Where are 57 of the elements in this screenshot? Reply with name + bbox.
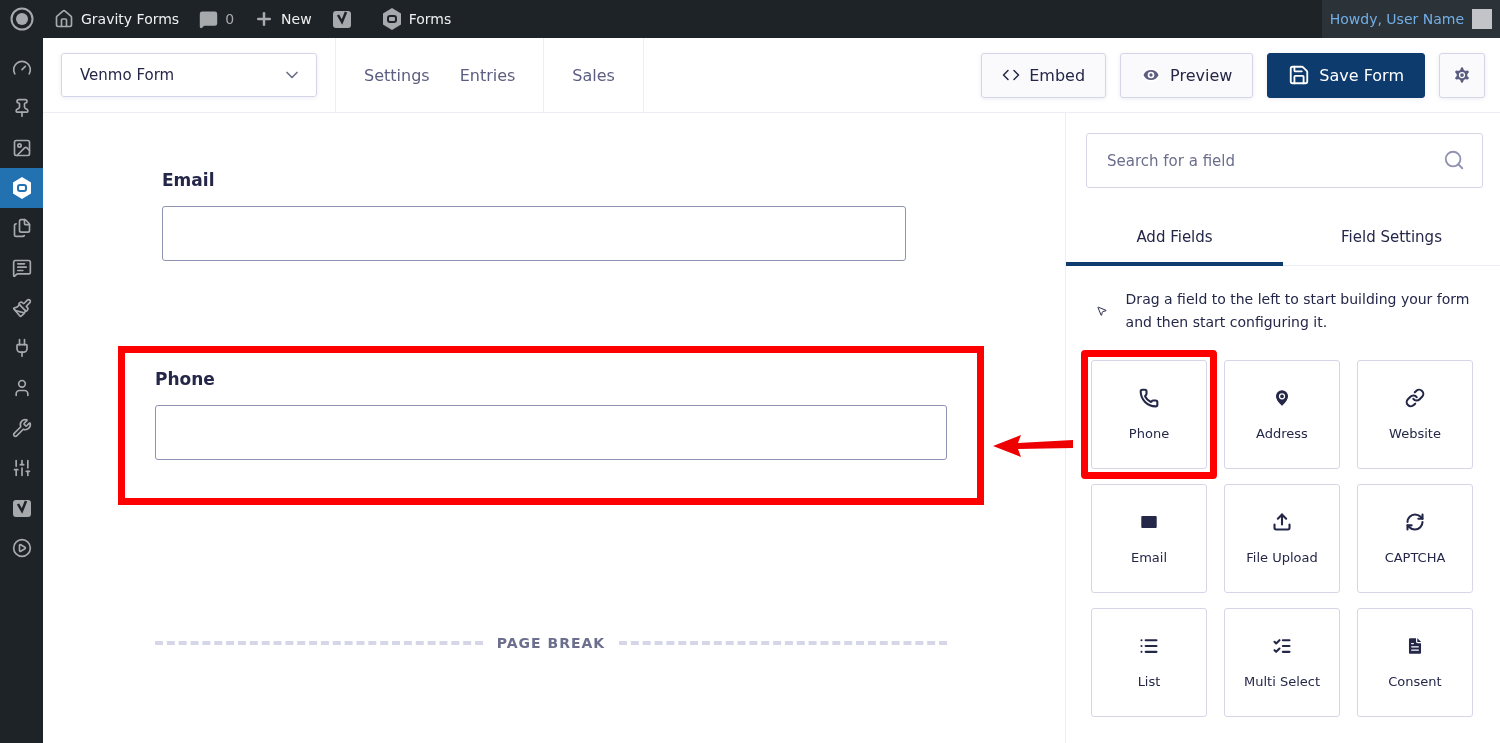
field-tile[interactable]: Email (1091, 484, 1207, 593)
panel-tab[interactable]: Add Fields (1066, 212, 1283, 266)
save-form-button[interactable]: Save Form (1267, 52, 1425, 98)
settings-button[interactable] (1439, 52, 1485, 98)
input-field[interactable] (155, 405, 947, 460)
forms-logo-icon (381, 8, 402, 30)
forms-logo-icon (11, 177, 32, 199)
yoast-icon[interactable] (331, 8, 352, 30)
field-tile[interactable]: Consent (1357, 608, 1473, 717)
play-icon (11, 538, 32, 558)
comment-icon (11, 258, 32, 278)
new-link[interactable]: New (281, 11, 312, 27)
sliders-icon (11, 458, 32, 478)
checklist-icon (1272, 636, 1292, 656)
nav-link[interactable]: Settings (364, 65, 430, 85)
comment-count[interactable]: 0 (225, 11, 235, 27)
upload-icon (1272, 512, 1292, 532)
panel-tab[interactable]: Field Settings (1283, 212, 1500, 266)
brush-icon (11, 298, 32, 318)
preview-button[interactable]: Preview (1120, 52, 1254, 98)
forms-link[interactable]: Forms (408, 11, 452, 27)
site-link[interactable]: Gravity Forms (81, 11, 180, 27)
link-icon (1405, 388, 1425, 408)
phone-icon (1139, 388, 1159, 408)
field-tile[interactable]: Multi Select (1224, 608, 1340, 717)
sidebar-menu-item[interactable] (0, 168, 43, 208)
search-icon (1443, 149, 1465, 171)
field-label: Phone (155, 369, 216, 389)
field-tile[interactable]: Phone (1091, 360, 1207, 469)
gauge-icon (11, 58, 32, 78)
pages-icon (11, 218, 32, 238)
refresh-icon (1405, 512, 1425, 532)
callout-arrow-icon (991, 433, 1075, 459)
home-icon (54, 9, 74, 29)
save-icon (1288, 64, 1311, 86)
field-tile[interactable]: Website (1357, 360, 1473, 469)
list-icon (1139, 636, 1159, 656)
image-icon (11, 138, 32, 158)
field-tile[interactable]: List (1091, 608, 1207, 717)
comment-icon (199, 9, 219, 29)
wrench-icon (11, 418, 32, 438)
field-tile[interactable]: File Upload (1224, 484, 1340, 593)
yoast-icon (11, 497, 32, 519)
avatar-placeholder (1472, 9, 1492, 29)
form-select[interactable]: Venmo Form (61, 53, 317, 97)
embed-button[interactable]: Embed (981, 52, 1107, 98)
page-break-label: PAGE BREAK (496, 635, 606, 651)
input-field[interactable] (162, 206, 906, 261)
field-tile[interactable]: Address (1224, 360, 1340, 469)
nav-link[interactable]: Sales (572, 65, 615, 85)
search-field[interactable]: Search for a field (1086, 133, 1483, 188)
settings-icon (1452, 65, 1472, 85)
nav-link[interactable]: Entries (459, 65, 516, 85)
field-label: Email (162, 170, 216, 190)
field-tile[interactable]: CAPTCHA (1357, 484, 1473, 593)
hint-text: Drag a field to the left to start building your form and then start configuring it. (1125, 290, 1471, 332)
map-pin-icon (1272, 388, 1292, 408)
